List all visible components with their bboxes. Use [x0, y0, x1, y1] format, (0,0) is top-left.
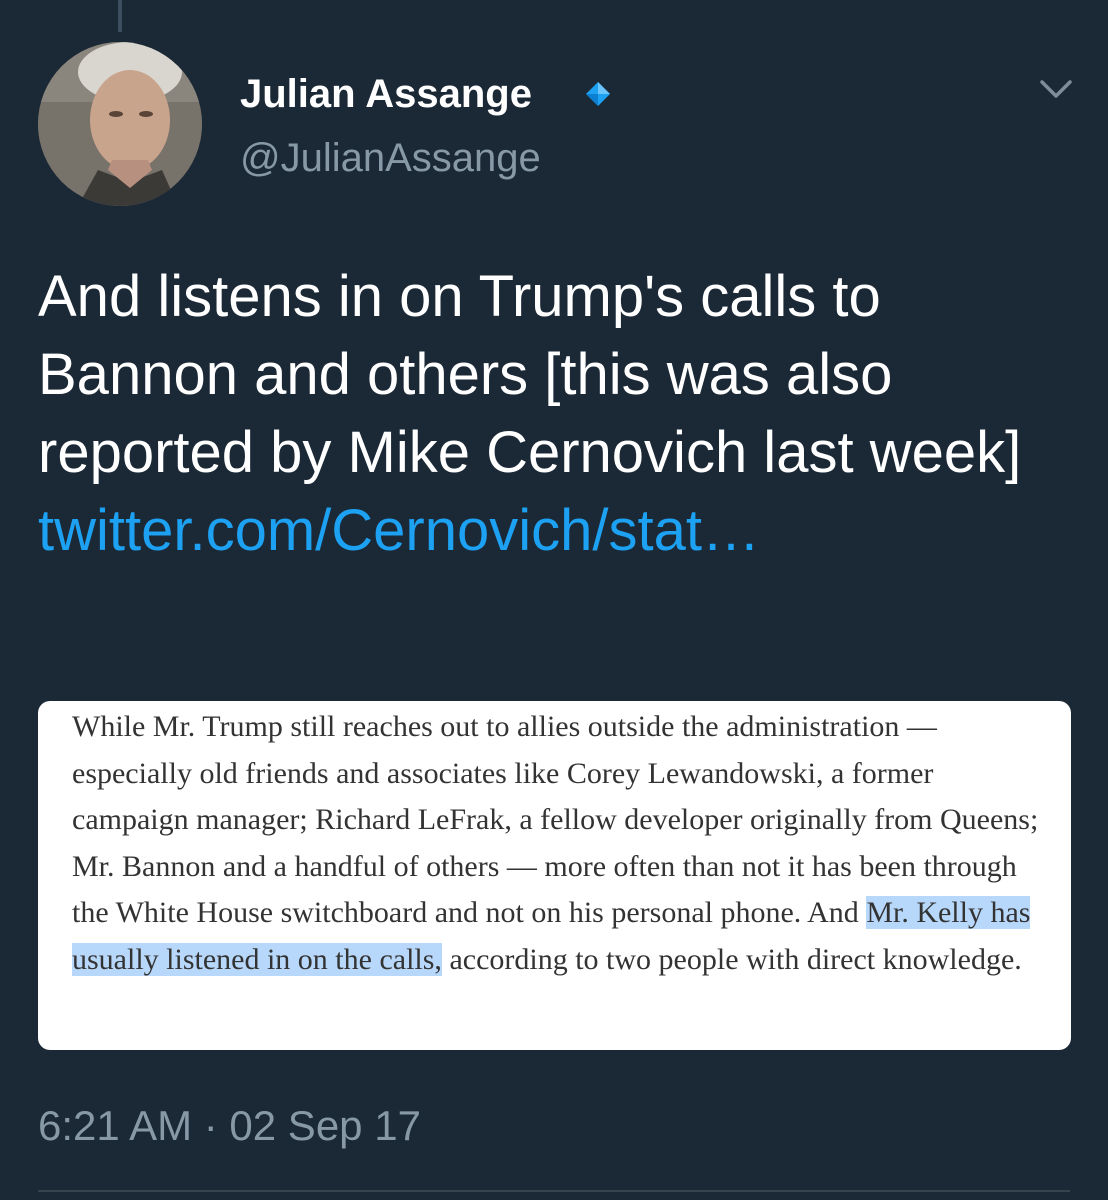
tweet-text: And listens in on Trump's calls to Banno… — [38, 258, 1078, 570]
tweet-link[interactable]: twitter.com/Cernovich/stat… — [38, 498, 760, 563]
quoted-article-excerpt: While Mr. Trump still reaches out to all… — [72, 701, 1051, 983]
tweet-body: And listens in on Trump's calls to Banno… — [38, 264, 1022, 485]
author-name[interactable]: Julian Assange — [240, 70, 532, 118]
author-handle[interactable]: @JulianAssange — [240, 134, 541, 182]
thread-connector-line — [118, 0, 122, 32]
tweet-timestamp[interactable]: 6:21 AM · 02 Sep 17 — [38, 1100, 421, 1152]
excerpt-text-end: according to two people with direct know… — [441, 942, 1022, 976]
divider — [38, 1190, 1070, 1192]
avatar[interactable] — [38, 42, 202, 206]
diamond-icon — [586, 82, 610, 106]
quoted-image-card[interactable]: While Mr. Trump still reaches out to all… — [38, 701, 1071, 1050]
avatar-image — [38, 42, 202, 206]
chevron-down-icon[interactable] — [1036, 70, 1076, 110]
